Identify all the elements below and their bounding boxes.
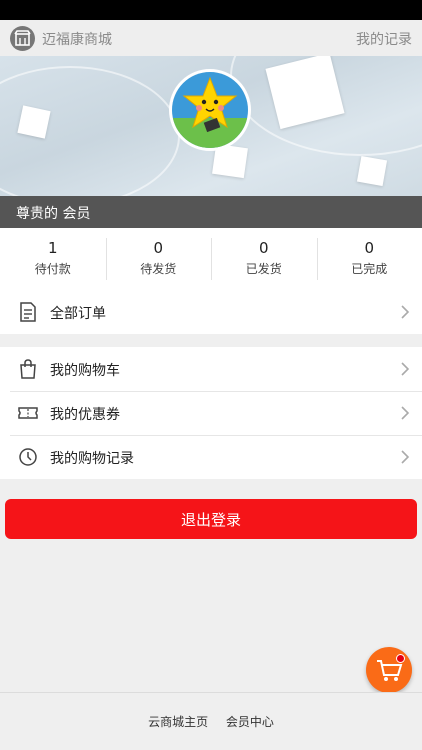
stat-count: 0 xyxy=(364,239,375,257)
shopping-bag-icon xyxy=(18,358,38,380)
shopping-cart-icon xyxy=(377,660,403,681)
menu-item-purchase-history[interactable]: 我的购物记录 xyxy=(0,435,422,479)
cart-badge xyxy=(396,654,405,663)
chevron-right-icon xyxy=(400,304,410,320)
status-bar xyxy=(0,0,422,20)
stat-count: 1 xyxy=(47,239,58,257)
top-bar: 迈福康商城 我的记录 xyxy=(0,20,422,56)
member-level: 尊贵的 会员 xyxy=(16,206,91,222)
chevron-right-icon xyxy=(400,449,410,465)
store-icon xyxy=(10,26,35,51)
chevron-right-icon xyxy=(400,361,410,377)
store-name[interactable]: 迈福康商城 xyxy=(42,29,112,49)
avatar[interactable] xyxy=(169,69,251,151)
footer-link-home[interactable]: 云商城主页 xyxy=(148,715,208,729)
menu-label: 我的购物记录 xyxy=(50,451,134,467)
menu-label: 我的购物车 xyxy=(50,363,120,379)
stat-pending-payment[interactable]: 1 待付款 xyxy=(0,228,106,290)
menu-item-cart[interactable]: 我的购物车 xyxy=(0,347,422,391)
stat-label: 已完成 xyxy=(351,262,388,276)
logout-button[interactable]: 退出登录 xyxy=(5,499,417,539)
profile-banner xyxy=(0,56,422,196)
clock-icon xyxy=(18,446,38,468)
orders-group: 全部订单 xyxy=(0,290,422,334)
banner-paper xyxy=(356,155,388,187)
ticket-icon xyxy=(18,402,38,424)
stat-count: 0 xyxy=(258,239,269,257)
cart-fab-button[interactable] xyxy=(366,647,412,693)
footer: 云商城主页 会员中心 xyxy=(0,692,422,750)
document-icon xyxy=(18,301,38,323)
chevron-right-icon xyxy=(400,405,410,421)
menu-label: 我的优惠券 xyxy=(50,407,120,423)
menu-item-all-orders[interactable]: 全部订单 xyxy=(0,290,422,334)
stat-shipped[interactable]: 0 已发货 xyxy=(211,228,317,290)
my-records-link[interactable]: 我的记录 xyxy=(356,29,412,49)
stat-completed[interactable]: 0 已完成 xyxy=(316,228,422,290)
stat-label: 已发货 xyxy=(245,262,282,276)
member-bar: 尊贵的 会员 xyxy=(0,196,422,228)
stat-label: 待付款 xyxy=(34,262,71,276)
stat-label: 待发货 xyxy=(140,262,177,276)
order-stats: 1 待付款 0 待发货 0 已发货 0 已完成 xyxy=(0,228,422,290)
menu-label: 全部订单 xyxy=(50,306,106,322)
footer-link-member-center[interactable]: 会员中心 xyxy=(226,715,274,729)
banner-paper xyxy=(17,105,51,139)
account-group: 我的购物车 我的优惠券 我的购物记录 xyxy=(0,347,422,479)
menu-item-coupons[interactable]: 我的优惠券 xyxy=(0,391,422,435)
stat-count: 0 xyxy=(153,239,164,257)
stat-pending-shipment[interactable]: 0 待发货 xyxy=(105,228,212,290)
